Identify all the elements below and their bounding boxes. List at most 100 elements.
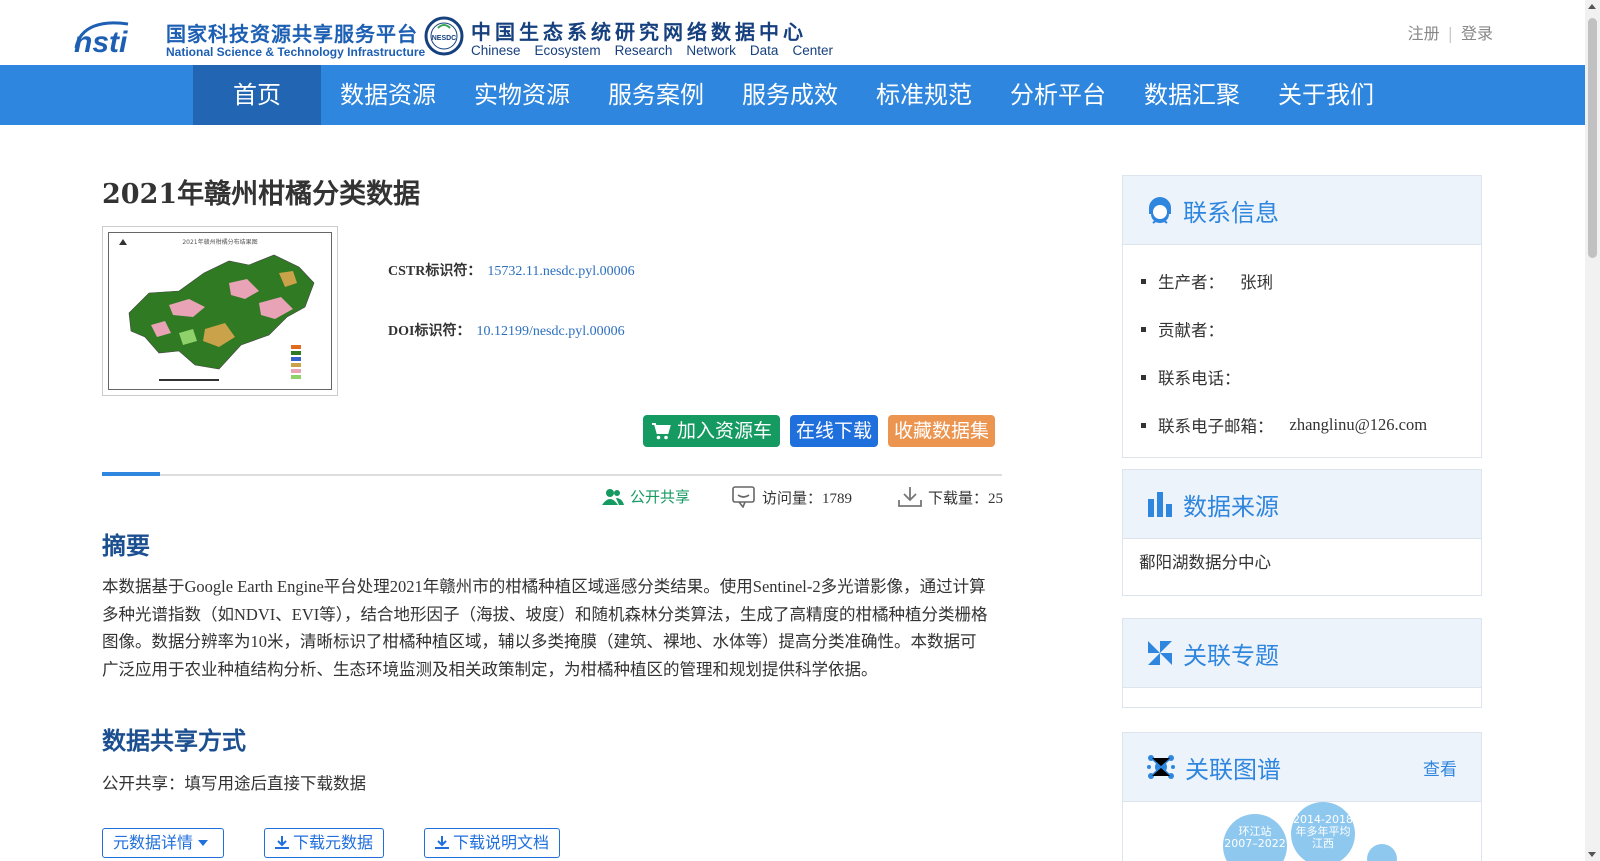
nav-item-standards[interactable]: 标准规范 bbox=[857, 65, 991, 125]
download-metadata-label: 下载元数据 bbox=[293, 833, 374, 852]
download-metadata-button[interactable]: 下载元数据 bbox=[264, 828, 385, 858]
nsti-logo-icon: nsti bbox=[74, 21, 129, 56]
metadata-details-label: 元数据详情 bbox=[113, 833, 194, 852]
doi-value-link[interactable]: 10.12199/nesdc.pyl.00006 bbox=[476, 324, 624, 339]
comment-icon bbox=[732, 486, 755, 508]
cstr-row: CSTR标识符： 15732.11.nesdc.pyl.00006 bbox=[388, 260, 635, 280]
map-caption: 2021年赣州柑橘分布结果图 bbox=[182, 238, 257, 246]
add-to-cart-button[interactable]: 加入资源车 bbox=[643, 415, 781, 447]
view-graph-link[interactable]: 查看 bbox=[1423, 755, 1457, 780]
map-image: 2021年赣州柑橘分布结果图 bbox=[119, 238, 315, 381]
contact-card-body: 生产者： 张琍 贡献者： 联系电话： 联系电子邮箱： zhanglinu@126… bbox=[1123, 244, 1481, 457]
doi-row: DOI标识符： 10.12199/nesdc.pyl.00006 bbox=[388, 320, 635, 340]
register-link[interactable]: 注册 bbox=[1408, 20, 1440, 44]
contact-card: 联系信息 生产者： 张琍 贡献者： 联系电话： 联系电子邮箱： zhanglin… bbox=[1122, 175, 1482, 458]
auth-divider: | bbox=[1447, 24, 1453, 43]
related-graph-card-title: 关联图谱 bbox=[1185, 755, 1281, 784]
producer-value: 张琍 bbox=[1240, 273, 1273, 292]
download-doc-label: 下载说明文档 bbox=[453, 833, 550, 852]
producer-row: 生产者： 张琍 bbox=[1141, 257, 1481, 305]
nav-item-physical-resources[interactable]: 实物资源 bbox=[455, 65, 589, 125]
contributor-label: 贡献者： bbox=[1158, 321, 1224, 340]
graph-node[interactable] bbox=[1367, 844, 1397, 861]
nav-item-data-aggregation[interactable]: 数据汇聚 bbox=[1125, 65, 1259, 125]
abstract-text: 本数据基于Google Earth Engine平台处理2021年赣州市的柑橘种… bbox=[102, 577, 988, 679]
nav-item-service-results[interactable]: 服务成效 bbox=[723, 65, 857, 125]
dataset-stats: 公开共享 访问量：1789 下载量：25 bbox=[102, 486, 1003, 516]
bullet bbox=[1141, 374, 1146, 380]
pinwheel-icon bbox=[1148, 641, 1172, 665]
login-link[interactable]: 登录 bbox=[1461, 20, 1493, 44]
dataset-title: 2021年赣州柑橘分类数据 bbox=[102, 179, 421, 210]
thumbnail-map: 2021年赣州柑橘分布结果图 bbox=[108, 232, 332, 390]
graph-node[interactable]: 环江站2007–2022 bbox=[1223, 814, 1287, 861]
data-source-card-title: 数据来源 bbox=[1183, 492, 1279, 521]
share-status-label: 公开共享 bbox=[630, 490, 691, 506]
cstr-value-link[interactable]: 15732.11.nesdc.pyl.00006 bbox=[487, 264, 634, 279]
related-topic-card-title: 关联专题 bbox=[1183, 641, 1279, 670]
download-doc-button[interactable]: 下载说明文档 bbox=[424, 828, 561, 858]
scrollbar-thumb[interactable] bbox=[1588, 18, 1597, 258]
network-graph-icon bbox=[1147, 755, 1175, 779]
download-count: 下载量：25 bbox=[898, 486, 1003, 508]
data-source-value[interactable]: 鄱阳湖数据分中心 bbox=[1123, 547, 1481, 579]
data-source-card: 数据来源 鄱阳湖数据分中心 bbox=[1122, 469, 1482, 596]
scroll-down-arrow-icon[interactable] bbox=[1588, 852, 1596, 857]
online-download-button[interactable]: 在线下载 bbox=[790, 415, 879, 447]
svg-text:nsti: nsti bbox=[74, 26, 128, 56]
graph-node[interactable]: 2014-2018年多年平均江西 bbox=[1291, 802, 1355, 861]
nesdc-en-word: Data bbox=[749, 43, 779, 58]
bullet bbox=[1141, 278, 1146, 284]
nsti-en-name: National Science & Technology Infrastruc… bbox=[166, 45, 426, 59]
nesdc-logo[interactable]: NESDC 中国生态系统研究网络数据中心 Chinese Ecosystem R… bbox=[424, 16, 844, 60]
email-value[interactable]: zhanglinu@126.com bbox=[1290, 415, 1428, 435]
nesdc-en-word: Network bbox=[686, 43, 736, 58]
nesdc-seal-icon: NESDC bbox=[424, 16, 464, 56]
scroll-up-arrow-icon[interactable] bbox=[1588, 4, 1596, 9]
svg-text:NESDC: NESDC bbox=[432, 35, 457, 42]
related-topic-card: 关联专题 bbox=[1122, 618, 1482, 708]
nesdc-cn-name: 中国生态系统研究网络数据中心 bbox=[471, 20, 807, 44]
nav-item-analysis-platform[interactable]: 分析平台 bbox=[991, 65, 1125, 125]
nesdc-en-word: Chinese bbox=[471, 43, 521, 58]
download-count-label: 下载量：25 bbox=[928, 490, 1004, 507]
tab-divider bbox=[102, 474, 1002, 476]
map-legend bbox=[291, 345, 301, 379]
email-row: 联系电子邮箱： zhanglinu@126.com bbox=[1141, 401, 1481, 449]
nav-item-data-resources[interactable]: 数据资源 bbox=[321, 65, 455, 125]
related-graph-card-header: 关联图谱 查看 bbox=[1123, 733, 1481, 801]
bar-chart-icon bbox=[1148, 492, 1172, 517]
users-icon bbox=[602, 488, 624, 505]
nsti-cn-name: 国家科技资源共享服务平台 bbox=[166, 22, 418, 46]
contact-card-title: 联系信息 bbox=[1183, 198, 1279, 227]
nsti-logo[interactable]: nsti 国家科技资源共享服务平台 National Science & Tec… bbox=[72, 18, 425, 60]
nav-item-service-cases[interactable]: 服务案例 bbox=[589, 65, 723, 125]
page-scrollbar[interactable] bbox=[1585, 0, 1600, 861]
contact-card-header: 联系信息 bbox=[1123, 176, 1481, 244]
metadata-details-button[interactable]: 元数据详情 bbox=[102, 828, 225, 858]
cstr-label: CSTR标识符： bbox=[388, 264, 482, 279]
visit-count-label: 访问量：1789 bbox=[762, 490, 853, 507]
tab-active-indicator bbox=[102, 472, 160, 476]
email-label: 联系电子邮箱： bbox=[1158, 417, 1274, 436]
download-icon bbox=[275, 836, 290, 849]
main-nav: 首页 数据资源 实物资源 服务案例 服务成效 标准规范 分析平台 数据汇聚 关于… bbox=[0, 65, 1585, 125]
nesdc-en-word: Center bbox=[792, 43, 833, 58]
dataset-thumbnail[interactable]: 2021年赣州柑橘分布结果图 bbox=[102, 226, 338, 396]
nesdc-en-name: Chinese Ecosystem Research Network Data … bbox=[471, 43, 833, 58]
related-topic-card-header: 关联专题 bbox=[1123, 619, 1481, 687]
north-arrow-icon bbox=[119, 239, 127, 245]
related-topic-card-body bbox=[1123, 687, 1481, 707]
nav-item-about-us[interactable]: 关于我们 bbox=[1259, 65, 1393, 125]
metadata-buttons: 元数据详情 下载元数据 下载说明文档 bbox=[102, 828, 561, 858]
related-graph-card: 关联图谱 查看 环江站2007–2022 2014-2018年多年平均江西 bbox=[1122, 732, 1482, 861]
contact-person-icon bbox=[1149, 197, 1171, 224]
favorite-dataset-button[interactable]: 收藏数据集 bbox=[888, 415, 996, 447]
related-graph-body: 环江站2007–2022 2014-2018年多年平均江西 bbox=[1123, 801, 1481, 861]
nav-item-home[interactable]: 首页 bbox=[193, 65, 321, 125]
dataset-actions: 加入资源车 在线下载 收藏数据集 bbox=[643, 415, 996, 447]
share-method-text: 公开共享：填写用途后直接下载数据 bbox=[102, 774, 366, 793]
dataset-identifiers: CSTR标识符： 15732.11.nesdc.pyl.00006 DOI标识符：… bbox=[388, 260, 635, 380]
caret-down-icon bbox=[198, 840, 209, 846]
abstract-heading: 摘要 bbox=[102, 532, 150, 560]
